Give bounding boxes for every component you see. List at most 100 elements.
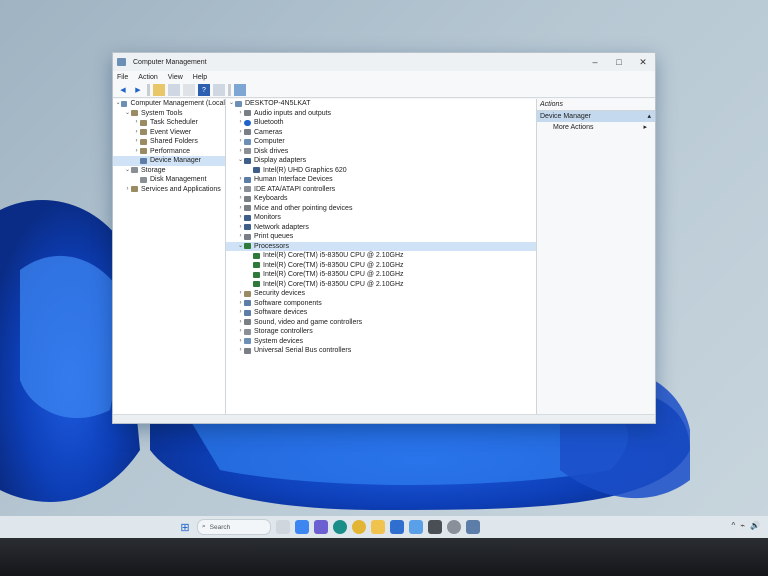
device-tree-item[interactable]: › Bluetooth bbox=[226, 118, 536, 128]
edge-icon[interactable] bbox=[333, 520, 347, 534]
expand-chevron-icon[interactable]: ⌄ bbox=[237, 156, 244, 166]
console-tree-item[interactable]: › Task Scheduler bbox=[113, 118, 225, 128]
volume-icon[interactable]: 🔊 bbox=[750, 521, 760, 530]
task-view-icon[interactable] bbox=[276, 520, 290, 534]
expand-chevron-icon[interactable]: ⌄ bbox=[237, 242, 244, 252]
collapse-chevron-icon[interactable]: › bbox=[237, 337, 244, 347]
device-tree-item[interactable]: › System devices bbox=[226, 337, 536, 347]
taskbar-search[interactable]: ⌕ Search bbox=[197, 519, 271, 535]
photos-icon[interactable] bbox=[409, 520, 423, 534]
show-hide-tree-icon[interactable] bbox=[168, 84, 180, 96]
properties-icon[interactable] bbox=[183, 84, 195, 96]
device-tree-item[interactable]: Intel(R) Core(TM) i5-8350U CPU @ 2.10GHz bbox=[226, 251, 536, 261]
minimize-button[interactable]: – bbox=[583, 53, 607, 71]
collapse-chevron-icon[interactable]: › bbox=[237, 223, 244, 233]
device-manager-taskbar-icon[interactable] bbox=[466, 520, 480, 534]
collapse-chevron-icon[interactable]: › bbox=[133, 118, 140, 128]
windows-start-icon[interactable]: ⊞ bbox=[178, 520, 192, 534]
collapse-chevron-icon[interactable]: › bbox=[133, 137, 140, 147]
collapse-chevron-icon[interactable]: › bbox=[237, 318, 244, 328]
menu-help[interactable]: Help bbox=[193, 74, 207, 81]
collapse-chevron-icon[interactable]: › bbox=[237, 175, 244, 185]
widgets-icon[interactable] bbox=[295, 520, 309, 534]
device-tree-item[interactable]: › Keyboards bbox=[226, 194, 536, 204]
device-tree-item[interactable]: › Human Interface Devices bbox=[226, 175, 536, 185]
menu-file[interactable]: File bbox=[117, 74, 128, 81]
collapse-chevron-icon[interactable]: › bbox=[237, 109, 244, 119]
close-button[interactable]: ✕ bbox=[631, 53, 655, 71]
mail-icon[interactable] bbox=[390, 520, 404, 534]
device-tree-item[interactable]: › Audio inputs and outputs bbox=[226, 109, 536, 119]
device-tree-item[interactable]: ⌄ Display adapters bbox=[226, 156, 536, 166]
collapse-arrow-icon[interactable]: ▴ bbox=[647, 111, 651, 122]
settings-icon[interactable] bbox=[447, 520, 461, 534]
actions-device-manager[interactable]: Device Manager ▴ bbox=[537, 111, 655, 122]
collapse-chevron-icon[interactable]: › bbox=[133, 128, 140, 138]
console-tree-item[interactable]: Disk Management bbox=[113, 175, 225, 185]
collapse-chevron-icon[interactable]: › bbox=[237, 289, 244, 299]
menu-action[interactable]: Action bbox=[138, 74, 157, 81]
device-tree-item[interactable]: › Cameras bbox=[226, 128, 536, 138]
collapse-chevron-icon[interactable]: › bbox=[237, 308, 244, 318]
console-tree-item[interactable]: › Event Viewer bbox=[113, 128, 225, 138]
expand-chevron-icon[interactable]: ⌄ bbox=[228, 99, 235, 109]
device-tree-item[interactable]: › Disk drives bbox=[226, 147, 536, 157]
forward-arrow-icon[interactable]: ▶ bbox=[132, 84, 144, 96]
console-tree-item[interactable]: › Performance bbox=[113, 147, 225, 157]
collapse-chevron-icon[interactable]: › bbox=[237, 299, 244, 309]
collapse-chevron-icon[interactable]: › bbox=[124, 185, 131, 195]
collapse-chevron-icon[interactable]: › bbox=[237, 185, 244, 195]
device-tree-item[interactable]: › Universal Serial Bus controllers bbox=[226, 346, 536, 356]
device-tree-item[interactable]: › IDE ATA/ATAPI controllers bbox=[226, 185, 536, 195]
device-tree-item[interactable]: › Software components bbox=[226, 299, 536, 309]
expand-chevron-icon[interactable]: ⌄ bbox=[124, 109, 131, 119]
device-tree-item[interactable]: Intel(R) Core(TM) i5-8350U CPU @ 2.10GHz bbox=[226, 280, 536, 290]
console-tree-item[interactable]: ⌄ Storage bbox=[113, 166, 225, 176]
console-tree-item[interactable]: › Shared Folders bbox=[113, 137, 225, 147]
file-explorer-icon[interactable] bbox=[371, 520, 385, 534]
device-tree-item[interactable]: › Computer bbox=[226, 137, 536, 147]
wifi-icon[interactable]: ⌁ bbox=[740, 521, 745, 530]
console-tree-item[interactable]: ⌄ System Tools bbox=[113, 109, 225, 119]
collapse-chevron-icon[interactable]: › bbox=[237, 137, 244, 147]
device-tree-item[interactable]: › Sound, video and game controllers bbox=[226, 318, 536, 328]
collapse-chevron-icon[interactable]: › bbox=[237, 204, 244, 214]
collapse-chevron-icon[interactable]: › bbox=[237, 118, 244, 128]
scan-hardware-icon[interactable] bbox=[213, 84, 225, 96]
device-tree-item[interactable]: ⌄ DESKTOP-4N5LKAT bbox=[226, 99, 536, 109]
more-actions[interactable]: More Actions ▸ bbox=[537, 122, 655, 133]
device-tree-item[interactable]: › Network adapters bbox=[226, 223, 536, 233]
collapse-chevron-icon[interactable]: › bbox=[237, 346, 244, 356]
back-arrow-icon[interactable]: ◀ bbox=[117, 84, 129, 96]
teams-chat-icon[interactable] bbox=[314, 520, 328, 534]
device-tree-item[interactable]: › Storage controllers bbox=[226, 327, 536, 337]
device-tree-item[interactable]: › Security devices bbox=[226, 289, 536, 299]
help-icon[interactable]: ? bbox=[198, 84, 210, 96]
expand-chevron-icon[interactable]: ⌄ bbox=[124, 166, 131, 176]
collapse-chevron-icon[interactable]: › bbox=[237, 232, 244, 242]
device-tree-item[interactable]: › Print queues bbox=[226, 232, 536, 242]
console-tree-item[interactable]: › Services and Applications bbox=[113, 185, 225, 195]
tray-overflow-icon[interactable]: ^ bbox=[731, 521, 735, 530]
device-tree-item[interactable]: › Mice and other pointing devices bbox=[226, 204, 536, 214]
monitor-icon[interactable] bbox=[234, 84, 246, 96]
console-tree-item[interactable]: Device Manager bbox=[113, 156, 225, 166]
up-folder-icon[interactable] bbox=[153, 84, 165, 96]
device-tree-item[interactable]: ⌄ Processors bbox=[226, 241, 536, 252]
collapse-chevron-icon[interactable]: › bbox=[237, 213, 244, 223]
maximize-button[interactable]: □ bbox=[607, 53, 631, 71]
console-tree-item[interactable]: ⌄ Computer Management (Local bbox=[113, 99, 225, 109]
chrome-icon[interactable] bbox=[352, 520, 366, 534]
device-tree-item[interactable]: Intel(R) Core(TM) i5-8350U CPU @ 2.10GHz bbox=[226, 261, 536, 271]
device-tree-item[interactable]: › Monitors bbox=[226, 213, 536, 223]
camera-icon[interactable] bbox=[428, 520, 442, 534]
menu-view[interactable]: View bbox=[168, 74, 183, 81]
collapse-chevron-icon[interactable]: › bbox=[237, 194, 244, 204]
collapse-chevron-icon[interactable]: › bbox=[237, 128, 244, 138]
collapse-chevron-icon[interactable]: › bbox=[237, 327, 244, 337]
collapse-chevron-icon[interactable]: › bbox=[133, 147, 140, 157]
device-tree-item[interactable]: Intel(R) UHD Graphics 620 bbox=[226, 166, 536, 176]
device-tree-item[interactable]: › Software devices bbox=[226, 308, 536, 318]
device-tree-item[interactable]: Intel(R) Core(TM) i5-8350U CPU @ 2.10GHz bbox=[226, 270, 536, 280]
collapse-chevron-icon[interactable]: › bbox=[237, 147, 244, 157]
